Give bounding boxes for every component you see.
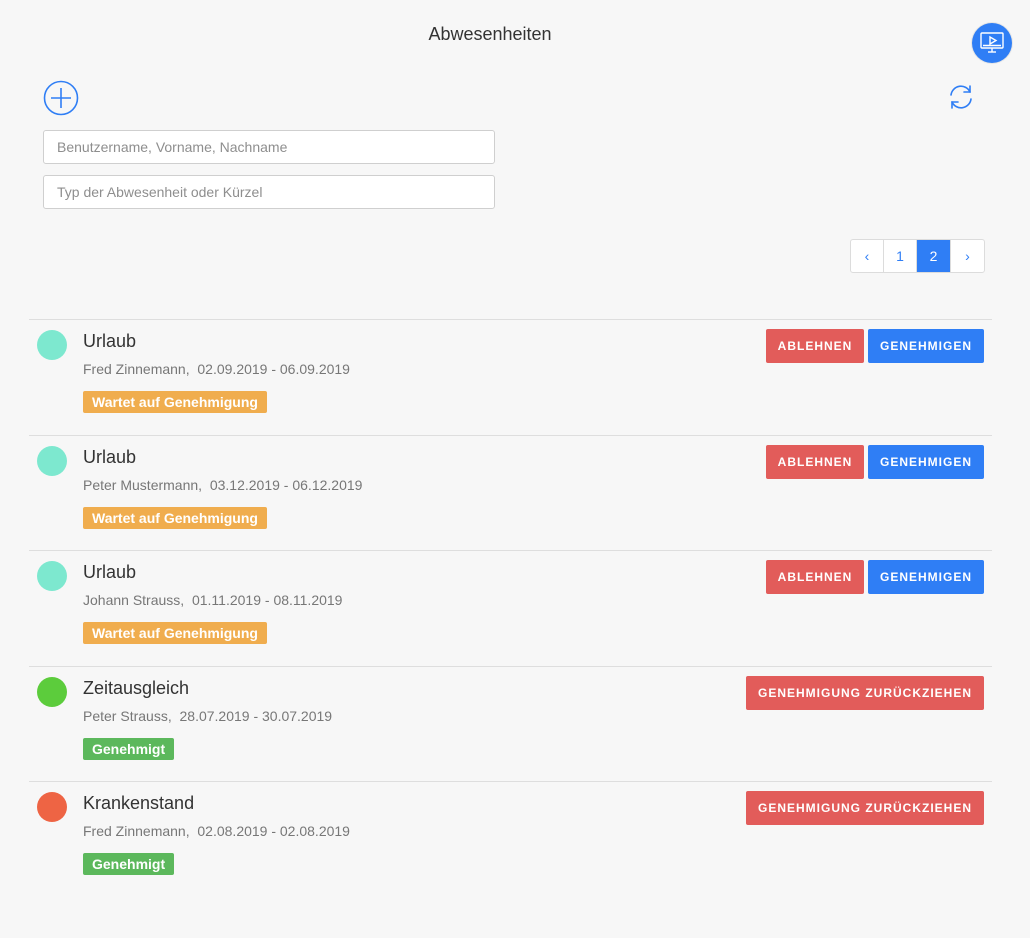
list-item: Urlaub Peter Mustermann, 03.12.2019 - 06…	[29, 434, 992, 551]
absence-details: Fred Zinnemann, 02.09.2019 - 06.09.2019	[83, 361, 350, 377]
pagination-prev[interactable]: ‹	[851, 240, 884, 272]
absence-type: Urlaub	[83, 562, 137, 582]
status-dot	[37, 445, 67, 476]
list-item: Krankenstand Fred Zinnemann, 02.08.2019 …	[29, 781, 992, 897]
approve-button[interactable]: GENEHMIGEN	[868, 329, 984, 363]
absence-type: Urlaub	[83, 331, 137, 351]
absence-details: Peter Strauss, 28.07.2019 - 30.07.2019	[83, 707, 333, 724]
list-item: Urlaub Fred Zinnemann, 02.09.2019 - 06.0…	[29, 319, 992, 435]
absence-type: Urlaub	[83, 446, 137, 467]
pagination: ‹ 1 2 ›	[850, 239, 985, 273]
monitor-play-icon	[980, 32, 1004, 53]
page-title: Abwesenheiten	[428, 24, 552, 44]
status-badge: Wartet auf Genehmigung	[83, 622, 267, 644]
absence-details: Johann Strauss, 01.11.2019 - 08.11.2019	[83, 592, 343, 608]
plus-circle-icon	[43, 80, 79, 116]
status-badge: Genehmigt	[83, 853, 175, 875]
pagination-page-1[interactable]: 1	[884, 240, 917, 272]
approve-button[interactable]: GENEHMIGEN	[868, 560, 984, 594]
person-name: Fred Zinnemann	[83, 361, 186, 377]
absence-type-search-input[interactable]	[43, 175, 495, 209]
approve-button[interactable]: GENEHMIGEN	[868, 444, 984, 479]
status-badge: Wartet auf Genehmigung	[83, 391, 267, 413]
date-range: 03.12.2019 - 06.12.2019	[209, 476, 363, 493]
date-range: 02.09.2019 - 06.09.2019	[197, 361, 350, 377]
add-absence-button[interactable]	[43, 80, 79, 116]
reject-button[interactable]: ABLEHNEN	[766, 329, 864, 363]
absence-list: Urlaub Fred Zinnemann, 02.09.2019 - 06.0…	[29, 319, 992, 897]
person-name: Peter Strauss	[83, 707, 168, 724]
refresh-button[interactable]	[944, 80, 978, 114]
reject-button[interactable]: ABLEHNEN	[766, 444, 864, 479]
date-range: 01.11.2019 - 08.11.2019	[191, 592, 343, 608]
absence-type: Krankenstand	[83, 793, 195, 813]
person-name: Johann Strauss	[83, 592, 181, 608]
date-range: 02.08.2019 - 02.08.2019	[197, 823, 350, 839]
pagination-page-2[interactable]: 2	[917, 240, 951, 272]
list-item: Zeitausgleich Peter Strauss, 28.07.2019 …	[29, 665, 992, 782]
monitor-button[interactable]	[972, 23, 1012, 63]
person-name: Peter Mustermann	[83, 476, 199, 493]
absence-type: Zeitausgleich	[83, 677, 190, 698]
status-dot	[37, 676, 67, 707]
user-search-input[interactable]	[43, 130, 495, 164]
person-name: Fred Zinnemann	[83, 823, 186, 839]
absence-details: Fred Zinnemann, 02.08.2019 - 02.08.2019	[83, 823, 350, 839]
status-badge: Genehmigt	[83, 737, 175, 760]
date-range: 28.07.2019 - 30.07.2019	[179, 707, 333, 724]
absence-details: Peter Mustermann, 03.12.2019 - 06.12.201…	[83, 476, 363, 493]
status-badge: Wartet auf Genehmigung	[83, 506, 267, 529]
reject-button[interactable]: ABLEHNEN	[766, 560, 864, 594]
pagination-next[interactable]: ›	[951, 240, 984, 272]
withdraw-approval-button[interactable]: GENEHMIGUNG ZURÜCKZIEHEN	[746, 791, 984, 825]
withdraw-approval-button[interactable]: GENEHMIGUNG ZURÜCKZIEHEN	[746, 675, 984, 710]
refresh-icon	[950, 85, 972, 109]
status-dot	[37, 561, 67, 591]
status-dot	[37, 792, 67, 822]
status-dot	[37, 330, 67, 360]
list-item: Urlaub Johann Strauss, 01.11.2019 - 08.1…	[29, 550, 992, 666]
